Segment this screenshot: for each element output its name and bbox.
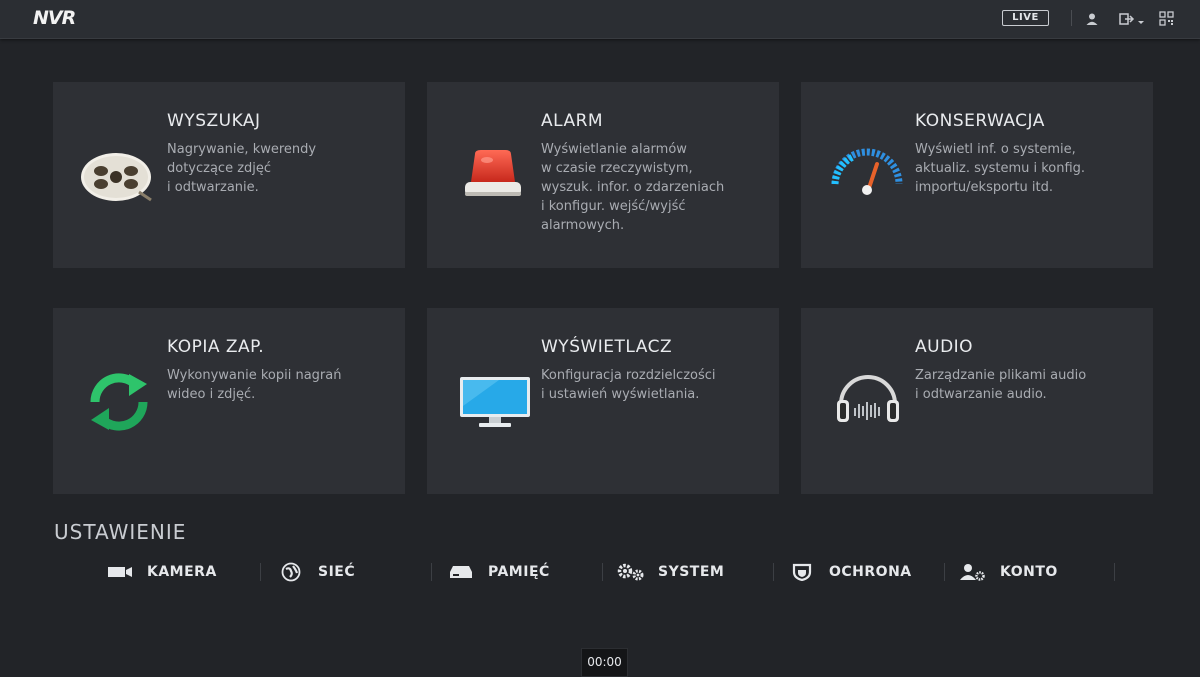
settings-item-pamiec[interactable]: PAMIĘĆ [446, 560, 550, 584]
camera-icon [105, 562, 135, 582]
settings-divider [260, 563, 261, 581]
settings-item-label: OCHRONA [829, 564, 912, 580]
top-bar: NVR LIVE [0, 0, 1200, 39]
tile-wyswietlacz[interactable]: WYŚWIETLACZ Konfiguracja rozdzielczości i… [427, 308, 779, 494]
settings-item-label: KONTO [1000, 564, 1058, 580]
film-reel-icon [79, 148, 155, 208]
live-button[interactable]: LIVE [1002, 10, 1049, 26]
settings-item-system[interactable]: SYSTEM [616, 560, 724, 584]
monitor-icon [459, 376, 531, 432]
settings-item-kamera[interactable]: KAMERA [105, 560, 217, 584]
settings-title: USTAWIENIE [54, 520, 187, 544]
user-settings-icon [958, 562, 988, 582]
shield-icon [787, 562, 817, 582]
tile-konserwacja[interactable]: KONSERWACJA Wyświetl inf. o systemie, akt… [801, 82, 1153, 268]
settings-item-siec[interactable]: SIEĆ [276, 560, 355, 584]
tile-description: Nagrywanie, kwerendy dotyczące zdjęć i odt… [167, 142, 317, 195]
settings-item-label: SIEĆ [318, 564, 356, 580]
tile-description: Konfiguracja rozdzielczości i ustawień wy… [541, 368, 716, 402]
storage-icon [446, 562, 476, 582]
tile-title: ALARM [541, 111, 604, 131]
alarm-siren-icon [461, 148, 525, 206]
tile-description: Zarządzanie plikami audio i odtwarzanie a… [915, 368, 1087, 402]
settings-item-label: KAMERA [147, 564, 217, 580]
logout-icon[interactable] [1119, 11, 1147, 30]
tile-title: AUDIO [915, 337, 974, 357]
settings-divider [602, 563, 603, 581]
tile-title: KONSERWACJA [915, 111, 1045, 131]
settings-item-label: SYSTEM [658, 564, 725, 580]
settings-divider [1114, 563, 1115, 581]
tile-description: Wyświetl inf. o systemie, aktualiz. syste… [915, 142, 1086, 195]
tile-description: Wykonywanie kopii nagrań wideo i zdjęć. [167, 368, 342, 402]
settings-item-ochrona[interactable]: OCHRONA [787, 560, 912, 584]
tile-kopia-zap[interactable]: KOPIA ZAP. Wykonywanie kopii nagrań wideo… [53, 308, 405, 494]
gauge-icon [829, 148, 905, 202]
sync-arrows-icon [83, 372, 155, 436]
settings-divider [431, 563, 432, 581]
nvr-logo: NVR [33, 7, 76, 29]
tile-audio[interactable]: AUDIO Zarządzanie plikami audio i odtwarz… [801, 308, 1153, 494]
tile-title: WYŚWIETLACZ [541, 337, 673, 357]
tile-description: Wyświetlanie alarmów w czasie rzeczywisty… [541, 142, 725, 233]
topbar-divider [1071, 10, 1072, 26]
settings-divider [773, 563, 774, 581]
qr-code-icon[interactable] [1159, 11, 1174, 30]
settings-item-konto[interactable]: KONTO [958, 560, 1058, 584]
globe-icon [276, 562, 306, 582]
headphones-icon [835, 374, 901, 428]
tile-wyszukaj[interactable]: WYSZUKAJ Nagrywanie, kwerendy dotyczące z… [53, 82, 405, 268]
settings-item-label: PAMIĘĆ [488, 564, 550, 580]
tile-alarm[interactable]: ALARM Wyświetlanie alarmów w czasie rzecz… [427, 82, 779, 268]
tile-title: WYSZUKAJ [167, 111, 261, 131]
user-icon[interactable] [1085, 11, 1099, 30]
gears-icon [616, 562, 646, 582]
tile-title: KOPIA ZAP. [167, 337, 265, 357]
clock-display: 00:00 [581, 648, 628, 677]
settings-divider [944, 563, 945, 581]
